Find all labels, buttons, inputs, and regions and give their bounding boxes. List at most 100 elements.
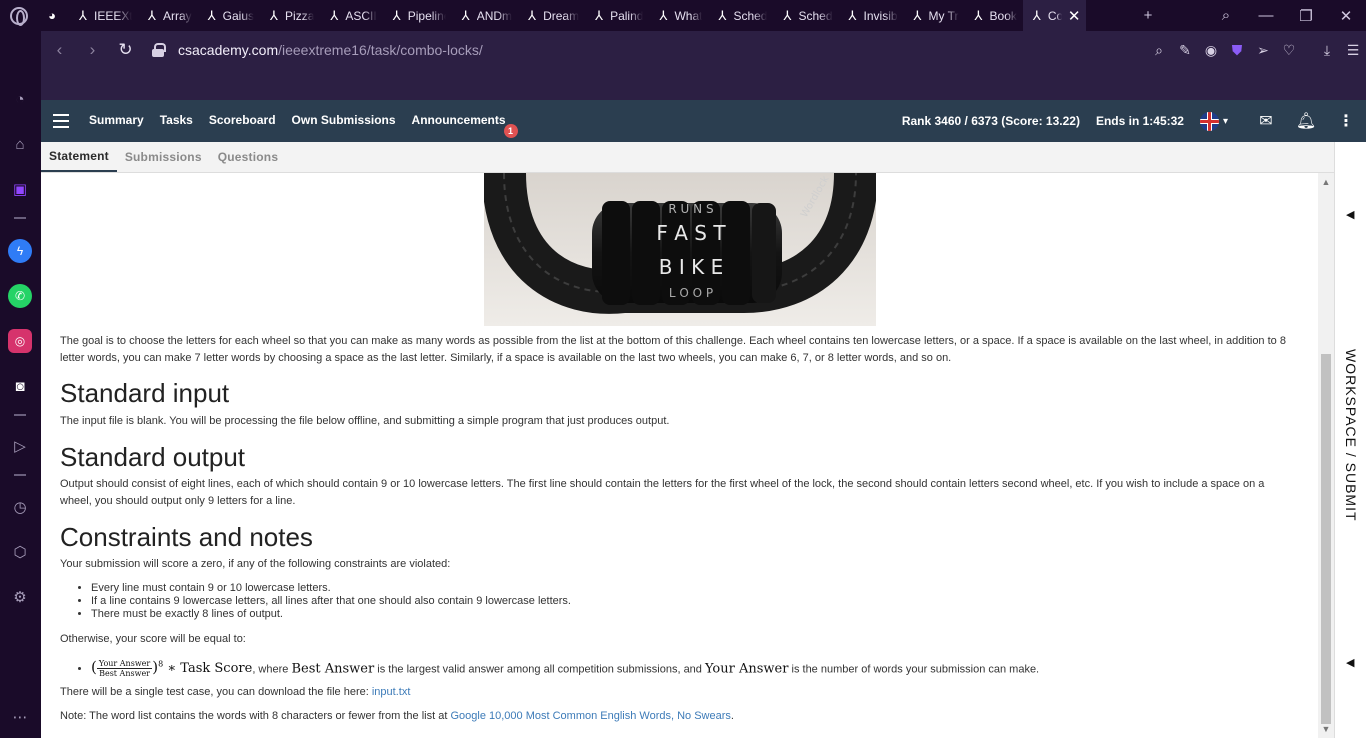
csacademy-icon: ⅄ — [783, 7, 792, 23]
tab-statement[interactable]: Statement — [41, 142, 117, 172]
snapshot-camera-icon[interactable]: ◉ — [1198, 42, 1224, 59]
nav-summary[interactable]: Summary — [81, 100, 152, 142]
chevron-down-icon[interactable]: ▾ — [1223, 116, 1228, 127]
combination-lock-image: R U N S F A S T B I K E L O O P Wordlock — [484, 173, 876, 326]
browser-tab-label: ANDm — [476, 8, 513, 23]
settings-gear-icon[interactable]: ⚙ — [8, 585, 32, 609]
url-field[interactable]: csacademy.com/ieeextreme16/task/combo-lo… — [178, 42, 483, 58]
browser-tab[interactable]: ⅄ Gaius — [198, 0, 260, 31]
secure-lock-icon[interactable] — [152, 43, 166, 57]
easy-setup-icon[interactable]: ☰ — [1340, 42, 1366, 59]
csacademy-icon: ⅄ — [974, 7, 983, 23]
send-icon[interactable]: ➢ — [1250, 42, 1276, 59]
download-icon[interactable]: ⤓ — [1314, 42, 1340, 59]
search-tabs-icon[interactable]: ⌕ — [1206, 7, 1246, 24]
history-icon[interactable]: ◷ — [8, 495, 32, 519]
discord-icon[interactable]: ◙ — [8, 374, 32, 398]
player-icon[interactable]: ▷ — [8, 434, 32, 458]
extensions-cube-icon[interactable]: ⬡ — [8, 540, 32, 564]
browser-tab[interactable]: ⅄ ASCII — [320, 0, 382, 31]
nav-tasks[interactable]: Tasks — [152, 100, 201, 142]
input-file-link[interactable]: input.txt — [372, 686, 411, 698]
constraints-list: Every line must contain 9 or 10 lowercas… — [91, 582, 571, 621]
intro-paragraph: The goal is to choose the letters for ea… — [60, 335, 1286, 364]
browser-tab[interactable]: ⅄ Pizza — [260, 0, 320, 31]
csacademy-icon: ⅄ — [330, 7, 339, 23]
more-options-icon[interactable]: ⋯ — [8, 705, 32, 729]
messenger-icon[interactable]: ϟ — [8, 239, 32, 263]
nav-own-submissions[interactable]: Own Submissions — [284, 100, 404, 142]
instagram-icon[interactable]: ◎ — [8, 329, 32, 353]
heading-standard-output: Standard output — [60, 442, 246, 472]
workspace-label-area: WORKSPACE / SUBMIT — [1340, 349, 1362, 522]
formula-exponent: 8 — [158, 660, 164, 669]
browser-tab[interactable]: ◕ — [38, 0, 69, 31]
back-icon[interactable]: ‹ — [43, 40, 76, 60]
workspace-panel-toggle[interactable]: ◀ WORKSPACE / SUBMIT ◀ — [1334, 142, 1366, 738]
formula-list: (Your AnswerBest Answer)8 ∗ Task Score, … — [91, 654, 1039, 680]
csacademy-icon: ⅄ — [659, 7, 668, 23]
sidebar-separator — [14, 474, 26, 476]
vpn-shield-icon[interactable]: ⛊ — [1224, 42, 1250, 59]
content-scrollbar[interactable]: ▲ ▼ — [1318, 173, 1334, 738]
csacademy-icon: ⅄ — [270, 7, 278, 23]
expand-left-icon[interactable]: ◀ — [1346, 656, 1354, 669]
expand-left-icon[interactable]: ◀ — [1346, 208, 1354, 221]
browser-tab-label: My Tr — [928, 8, 959, 23]
scrollbar-thumb[interactable] — [1321, 354, 1331, 724]
browser-tab-label: What — [674, 8, 703, 23]
notification-bell-icon[interactable]: 🔔︎ — [1286, 111, 1326, 131]
scroll-down-icon[interactable]: ▼ — [1318, 722, 1334, 736]
word-list-link[interactable]: Google 10,000 Most Common English Words,… — [450, 710, 730, 722]
browser-tab[interactable]: ⅄ IEEEXtreme — [69, 0, 138, 31]
hamburger-menu-icon[interactable] — [41, 100, 81, 142]
lock-row-1: R U N S — [668, 202, 713, 216]
tab-submissions[interactable]: Submissions — [117, 142, 210, 172]
browser-tab-label: Sched — [733, 8, 768, 23]
browser-tab[interactable]: ⅄ Sched — [708, 0, 773, 31]
search-page-icon[interactable]: ⌕ — [1146, 42, 1172, 59]
browser-tab[interactable]: ⅄ Invisib — [839, 0, 904, 31]
csacademy-icon: ⅄ — [595, 7, 604, 23]
browser-tab[interactable]: ⅄ Array — [138, 0, 198, 31]
whatsapp-icon[interactable]: ✆ — [8, 284, 32, 308]
browser-tab[interactable]: ⅄ ANDm — [452, 0, 518, 31]
edit-icon[interactable]: ✎ — [1172, 42, 1198, 59]
csacademy-icon: ⅄ — [528, 7, 537, 23]
browser-tab[interactable]: ⅄ My Tr — [904, 0, 965, 31]
list-item: If a line contains 9 lowercase letters, … — [91, 595, 571, 608]
close-tab-icon[interactable]: ✕ — [1068, 7, 1081, 25]
tab-questions[interactable]: Questions — [210, 142, 286, 172]
toolbar-spacer — [41, 69, 1366, 100]
minimize-icon[interactable]: — — [1246, 7, 1286, 24]
browser-tab[interactable]: ⅄ Book — [965, 0, 1023, 31]
nav-scoreboard[interactable]: Scoreboard — [201, 100, 284, 142]
forward-icon[interactable]: › — [76, 40, 109, 60]
browser-tab[interactable]: ⅄ Palind — [585, 0, 649, 31]
formula-denominator: Best Answer — [99, 669, 150, 679]
bag-icon[interactable]: ⌂ — [8, 132, 32, 156]
twitch-icon[interactable]: ▣ — [8, 177, 32, 201]
restore-icon[interactable]: ❐ — [1286, 7, 1326, 25]
browser-tab[interactable]: ⅄ Sched — [773, 0, 838, 31]
browser-tab[interactable]: ⅄ Dream — [518, 0, 585, 31]
opera-logo-icon[interactable] — [0, 0, 38, 31]
site-header: Summary Tasks Scoreboard Own Submissions… — [41, 100, 1366, 142]
browser-tab[interactable]: ⅄ Co ✕ — [1022, 0, 1087, 31]
bookmark-heart-icon[interactable]: ♡ — [1276, 42, 1302, 59]
uk-flag-icon[interactable] — [1199, 111, 1219, 131]
reload-icon[interactable]: ↻ — [109, 40, 142, 60]
formula-task-score: ∗ Task Score — [167, 661, 253, 677]
kebab-menu-icon[interactable]: ⋮ — [1326, 111, 1366, 131]
browser-tab-label: Sched — [798, 8, 833, 23]
formula-text: is the number of words your submission c… — [788, 663, 1040, 676]
lock-row-4: L O O P — [669, 286, 713, 300]
close-window-icon[interactable]: ✕ — [1326, 7, 1366, 25]
mail-icon[interactable]: ✉ — [1246, 111, 1286, 131]
speed-dial-icon[interactable]: ◔ — [8, 87, 32, 111]
add-tab-icon[interactable]: + — [1134, 7, 1162, 24]
browser-tab[interactable]: ⅄ Pipeline — [383, 0, 452, 31]
scroll-up-icon[interactable]: ▲ — [1318, 175, 1334, 189]
nav-announcements[interactable]: Announcements 1 — [404, 100, 518, 142]
browser-tab[interactable]: ⅄ What — [649, 0, 708, 31]
